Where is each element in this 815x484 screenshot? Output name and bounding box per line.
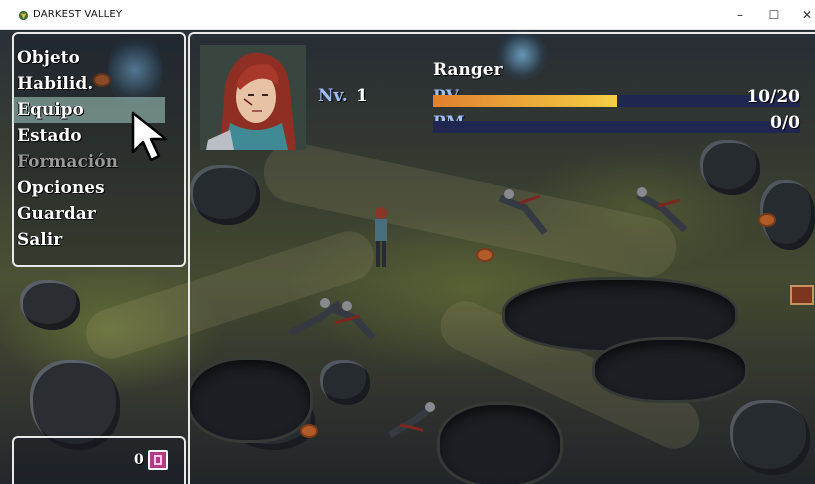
menu-item-habilidades[interactable]: Habilid.: [17, 71, 165, 97]
gold-bag-icon-glyph: [154, 455, 162, 465]
mouse-pointer-icon: [131, 111, 168, 162]
gold-bag-icon: [148, 450, 168, 470]
menu-item-label: Estado: [17, 126, 82, 146]
window-titlebar: DARKEST VALLEY – ☐ ✕: [0, 0, 815, 30]
actor-portrait[interactable]: [200, 45, 306, 150]
gold-amount: 0: [134, 452, 144, 468]
rock: [20, 280, 80, 330]
close-button[interactable]: ✕: [793, 6, 815, 24]
app-icon: [18, 10, 29, 21]
hp-value: 10/20: [746, 87, 800, 107]
hp-gauge-fill: [433, 95, 617, 107]
menu-item-label: Equipo: [17, 100, 84, 120]
window-title: DARKEST VALLEY: [33, 9, 123, 20]
menu-item-label: Opciones: [17, 178, 105, 198]
menu-item-label: Formación: [17, 152, 118, 172]
portrait-image: [200, 45, 306, 150]
hp-gauge: [433, 95, 800, 107]
mp-value: 0/0: [770, 113, 800, 133]
level-label: Nv.: [318, 86, 348, 106]
menu-item-objeto[interactable]: Objeto: [17, 45, 165, 71]
mp-gauge: [433, 121, 800, 133]
menu-item-salir[interactable]: Salir: [17, 227, 165, 253]
menu-item-guardar[interactable]: Guardar: [17, 201, 165, 227]
actor-class-name: Ranger: [433, 60, 503, 80]
menu-item-label: Habilid.: [17, 74, 94, 94]
maximize-button[interactable]: ☐: [760, 6, 788, 24]
menu-item-label: Salir: [17, 230, 63, 250]
level-value: 1: [356, 86, 368, 106]
menu-item-opciones[interactable]: Opciones: [17, 175, 165, 201]
minimize-button[interactable]: –: [726, 6, 754, 24]
menu-item-label: Guardar: [17, 204, 96, 224]
menu-item-label: Objeto: [17, 48, 80, 68]
